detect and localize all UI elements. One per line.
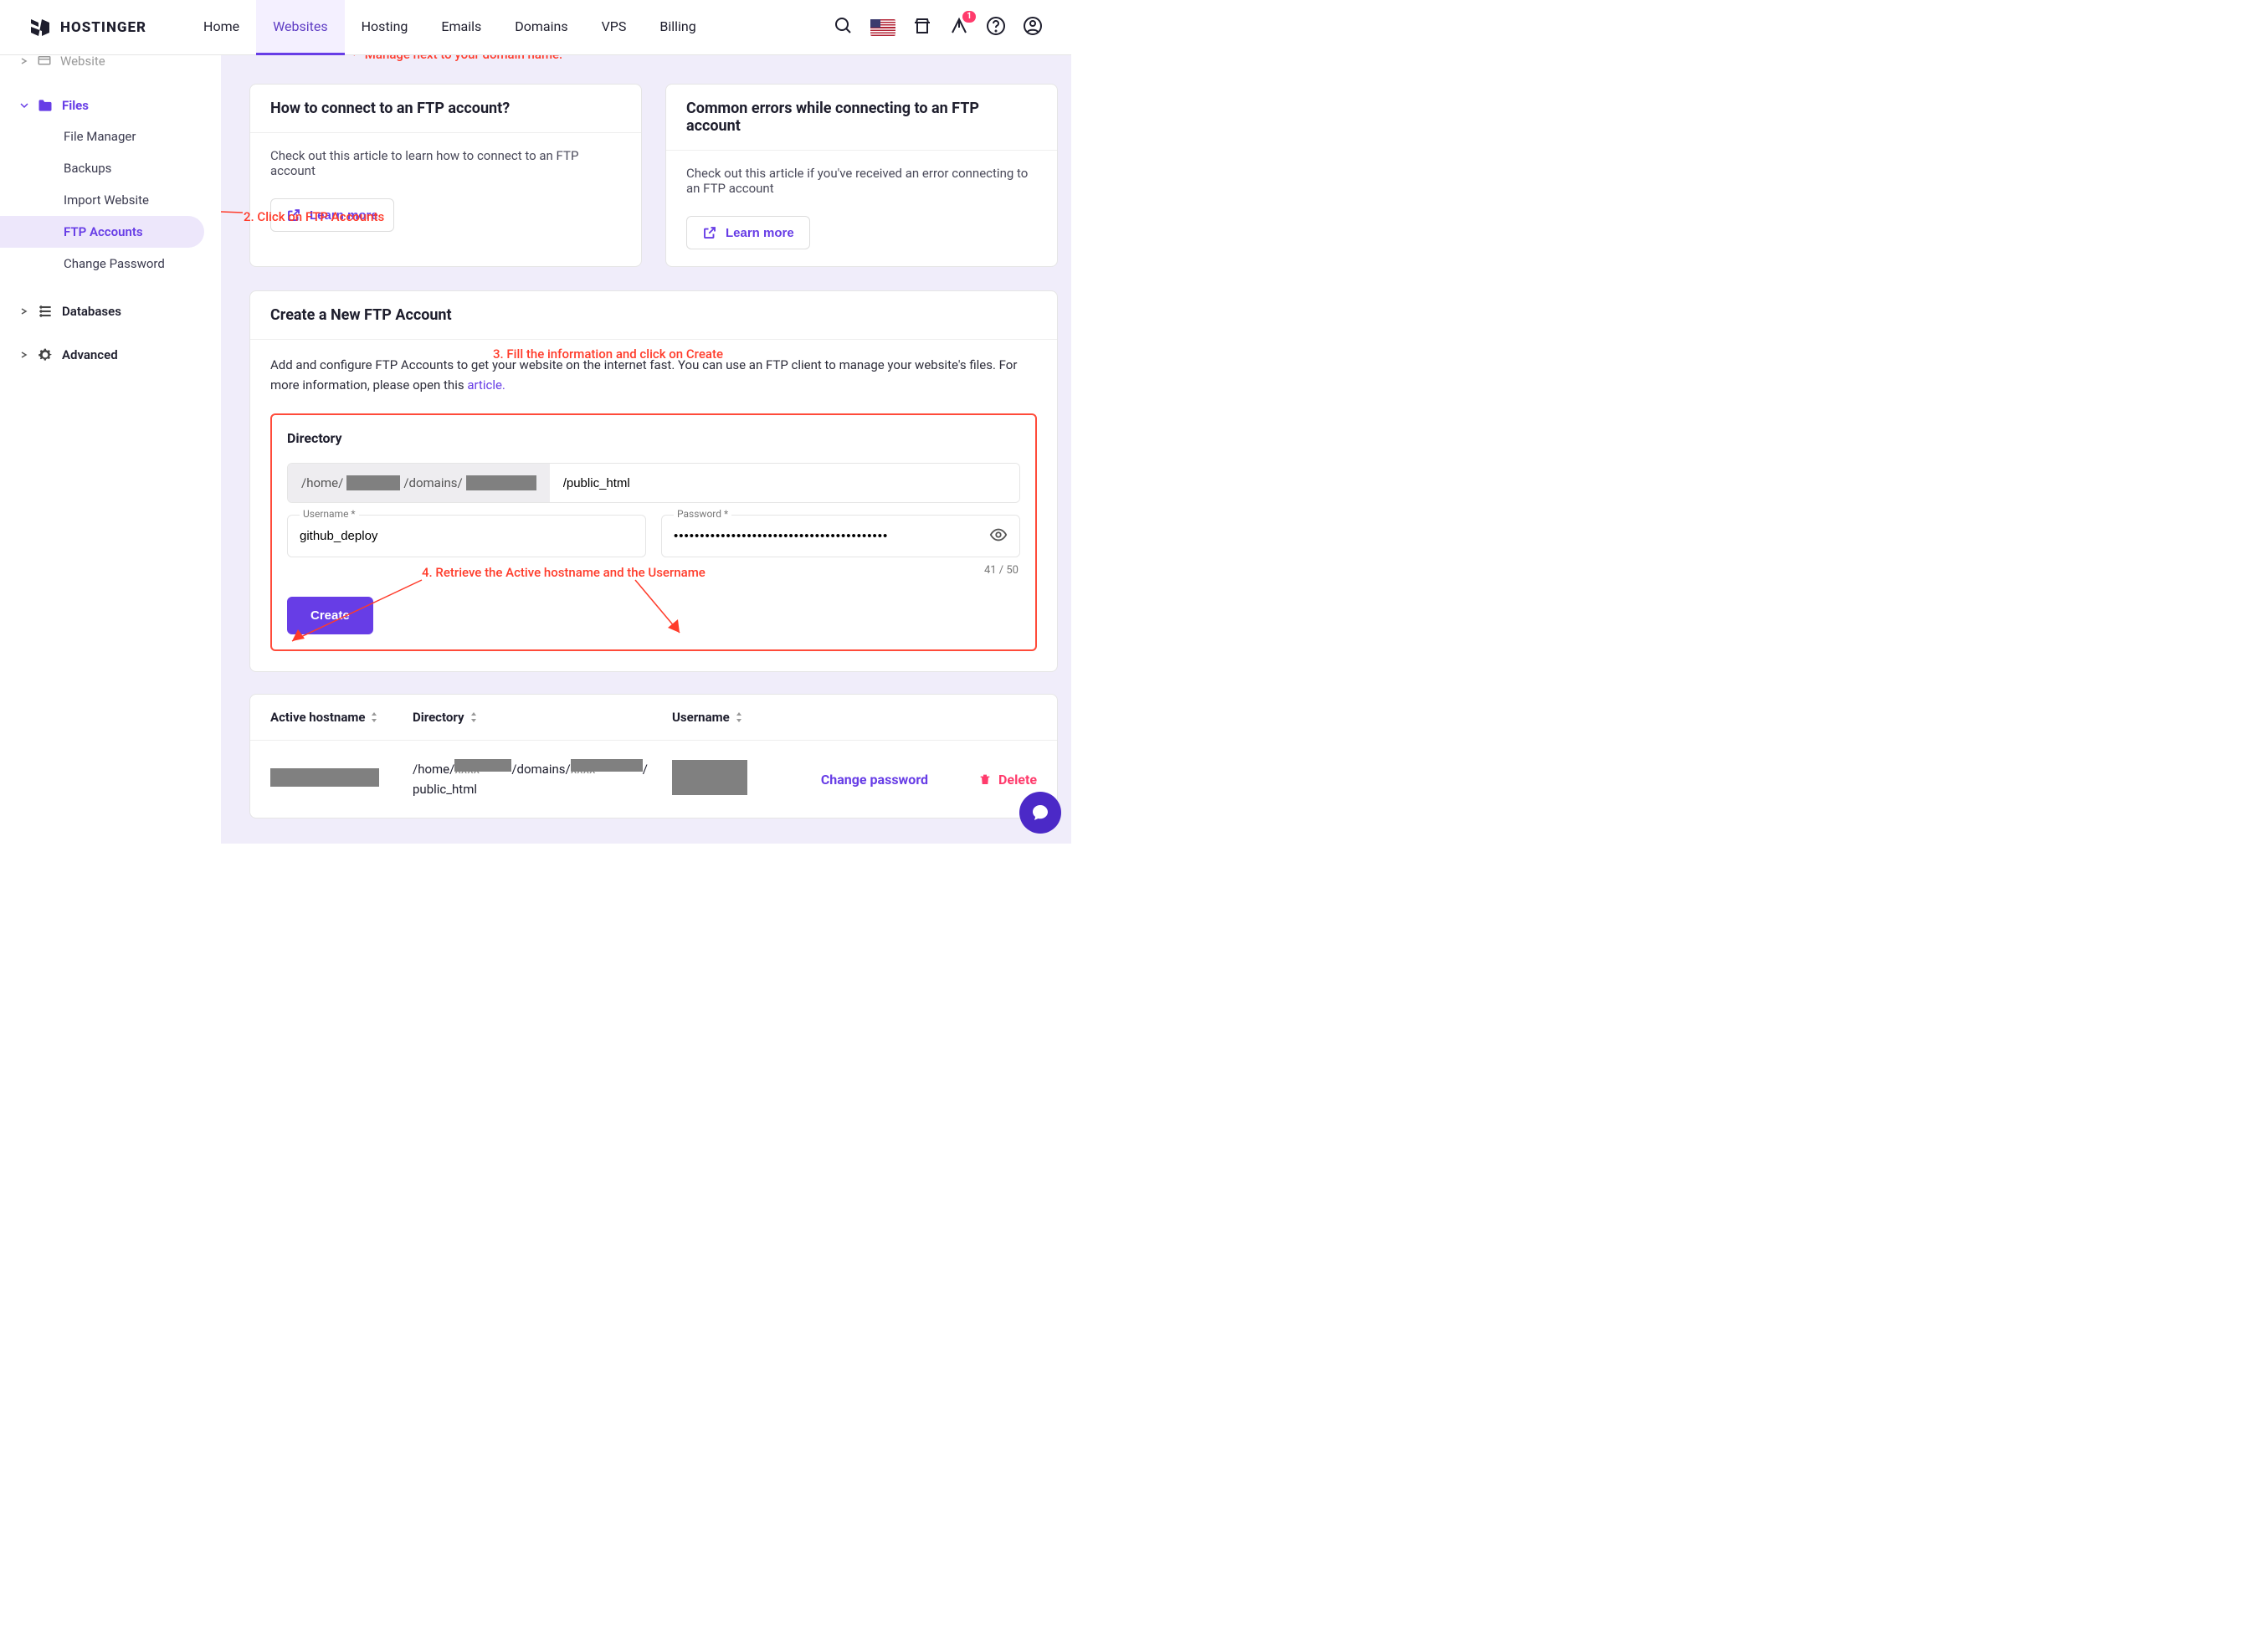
card-body: Check out this article if you've receive… — [666, 151, 1057, 211]
card-common-errors: Common errors while connecting to an FTP… — [665, 84, 1058, 267]
trash-icon — [978, 772, 992, 786]
chat-icon — [1030, 803, 1050, 823]
directory-input[interactable] — [550, 464, 1019, 502]
username-label: Username * — [300, 508, 359, 520]
sort-icon — [470, 711, 478, 723]
card-title: Common errors while connecting to an FTP… — [666, 85, 1057, 151]
language-flag-us[interactable] — [870, 19, 895, 36]
sidebar-group-databases[interactable]: Databases — [0, 296, 221, 326]
password-input[interactable] — [662, 516, 1019, 557]
sidebar-item-ftp-accounts[interactable]: FTP Accounts — [0, 216, 204, 248]
card-title: How to connect to an FTP account? — [250, 85, 641, 133]
table-row: /home/xxxx/domains/xxxx/public_html Chan… — [250, 741, 1057, 818]
password-field-wrap: Password * — [661, 515, 1020, 557]
nav-billing[interactable]: Billing — [643, 0, 712, 55]
annotation-4: 4. Retrieve the Active hostname and the … — [422, 565, 706, 580]
redacted-username — [672, 760, 747, 795]
nav-home[interactable]: Home — [187, 0, 256, 55]
change-password-link[interactable]: Change password — [821, 772, 928, 788]
sidebar-item-change-password[interactable]: Change Password — [0, 248, 221, 280]
account-icon[interactable] — [1023, 16, 1043, 39]
notifications-icon[interactable]: 1 — [949, 16, 969, 39]
username-input[interactable] — [288, 516, 645, 557]
create-desc: Add and configure FTP Accounts to get yo… — [270, 357, 1017, 393]
th-username[interactable]: Username — [672, 710, 806, 725]
card-how-to-connect: How to connect to an FTP account? Check … — [249, 84, 642, 267]
nav-vps[interactable]: VPS — [585, 0, 644, 55]
sidebar: Website Files File Manager Backups Impor… — [0, 55, 221, 844]
brand-text: HOSTINGER — [60, 19, 146, 36]
gear-icon — [37, 346, 54, 363]
nav-hosting[interactable]: Hosting — [345, 0, 425, 55]
sidebar-group-advanced[interactable]: Advanced — [0, 340, 221, 370]
annotation-1: 1. You are on Websites and you click on … — [346, 55, 581, 63]
create-article-link[interactable]: article. — [467, 377, 505, 393]
delete-link[interactable]: Delete — [978, 772, 1037, 788]
brand-logo[interactable]: HOSTINGER — [28, 16, 146, 39]
brand-mark-icon — [28, 16, 52, 39]
directory-label: Directory — [272, 415, 1035, 451]
annotation-2: 2. Click on FTP Accounts — [244, 209, 384, 224]
username-field-wrap: Username * — [287, 515, 646, 557]
toggle-password-icon[interactable] — [989, 526, 1008, 547]
main-nav: Home Websites Hosting Emails Domains VPS… — [187, 0, 713, 55]
sidebar-group-website[interactable]: Website — [0, 54, 221, 69]
row-directory: /home/xxxx/domains/xxxx/public_html — [413, 759, 672, 799]
notifications-badge: 1 — [962, 11, 976, 23]
th-active-hostname[interactable]: Active hostname — [270, 710, 413, 725]
sidebar-files-label: Files — [62, 98, 89, 113]
ftp-accounts-table: Active hostname Directory Username /home… — [249, 694, 1058, 818]
create-form-highlight: Directory /home/xxxxxxx/domains/xxxxxxxx… — [270, 413, 1037, 651]
nav-domains[interactable]: Domains — [498, 0, 584, 55]
sidebar-databases-label: Databases — [62, 304, 121, 319]
chat-fab[interactable] — [1019, 792, 1061, 834]
sidebar-website-label: Website — [60, 54, 105, 69]
nav-emails[interactable]: Emails — [424, 0, 498, 55]
th-directory[interactable]: Directory — [413, 710, 672, 725]
folder-icon — [37, 97, 54, 114]
create-button[interactable]: Create — [287, 597, 373, 634]
database-icon — [37, 303, 54, 320]
redacted-hostname — [270, 768, 379, 787]
password-label: Password * — [674, 508, 731, 520]
learn-more-button[interactable]: Learn more — [686, 216, 810, 249]
create-title: Create a New FTP Account — [250, 291, 1057, 340]
sidebar-item-import[interactable]: Import Website — [0, 184, 221, 216]
sidebar-item-file-manager[interactable]: File Manager — [0, 121, 221, 152]
sidebar-group-files[interactable]: Files — [0, 90, 221, 121]
annotation-3: 3. Fill the information and click on Cre… — [493, 346, 723, 362]
store-icon[interactable] — [912, 16, 932, 39]
sidebar-item-backups[interactable]: Backups — [0, 152, 221, 184]
help-icon[interactable] — [986, 16, 1006, 39]
card-body: Check out this article to learn how to c… — [250, 133, 641, 193]
sidebar-advanced-label: Advanced — [62, 347, 118, 362]
sort-icon — [735, 711, 743, 723]
search-icon[interactable] — [834, 16, 854, 39]
sort-icon — [370, 711, 378, 723]
external-link-icon — [702, 225, 717, 240]
nav-websites[interactable]: Websites — [256, 0, 345, 55]
directory-prefix: /home/xxxxxxx/domains/xxxxxxxxxx — [288, 464, 550, 502]
